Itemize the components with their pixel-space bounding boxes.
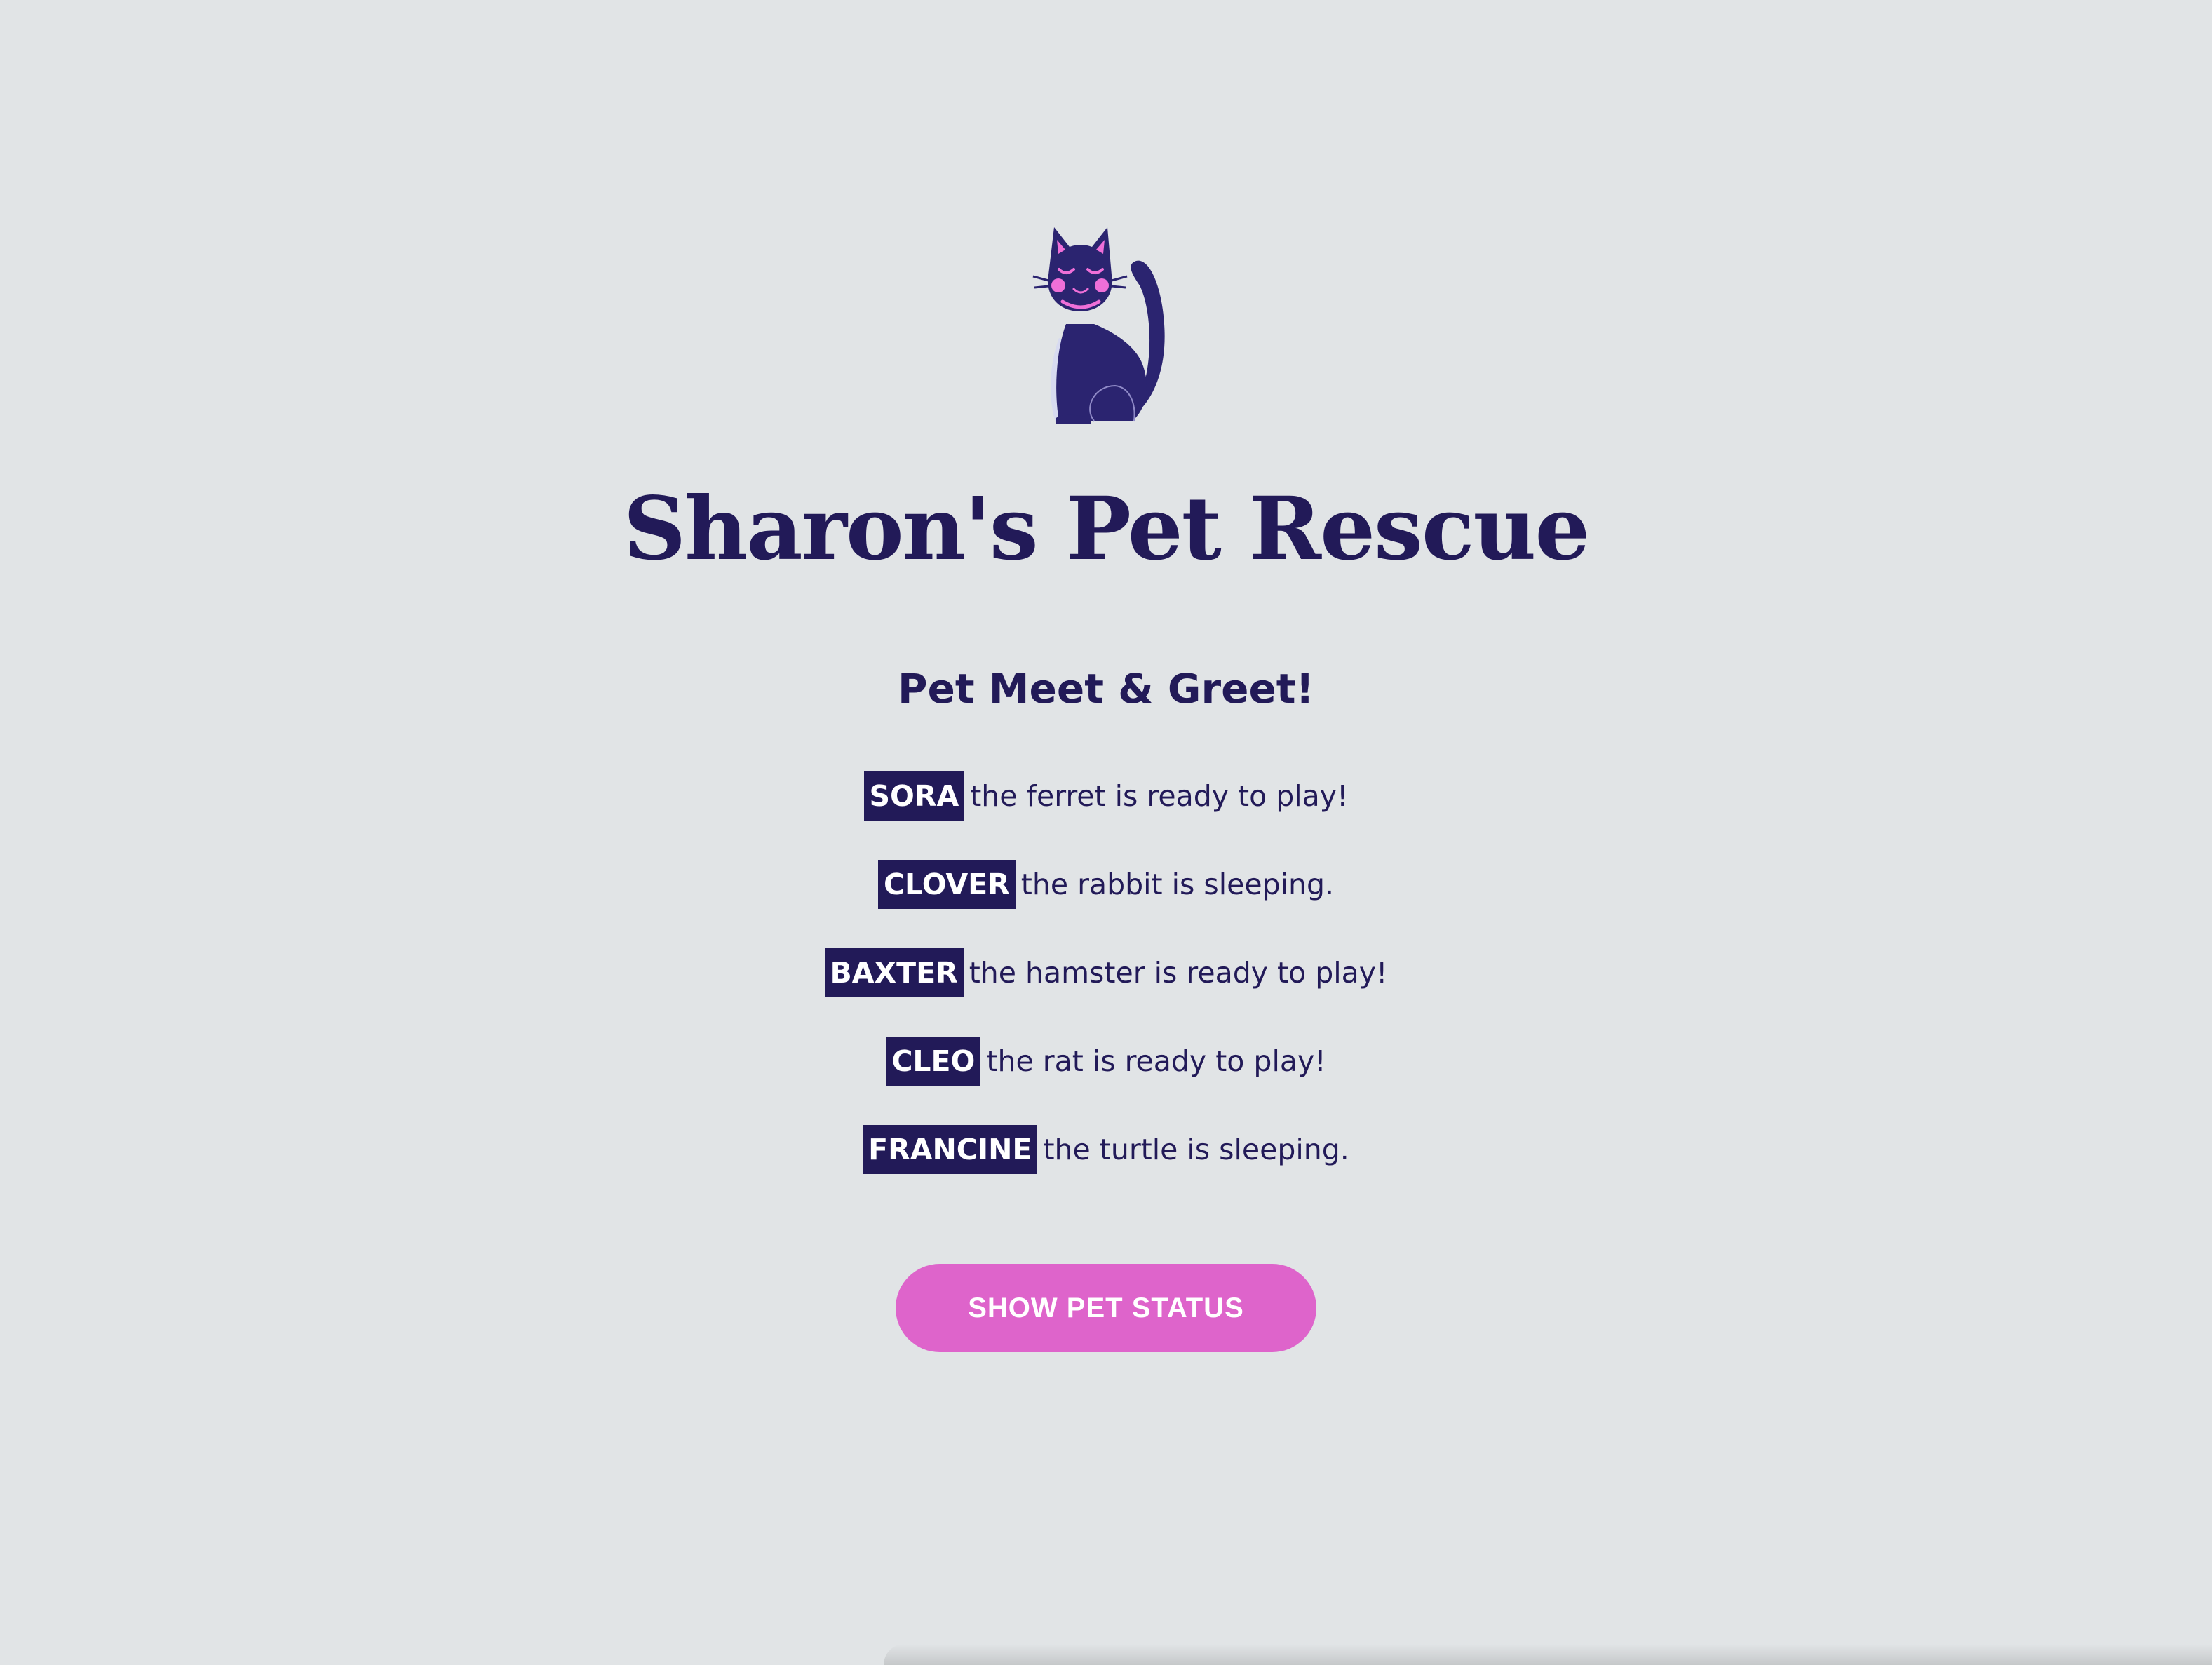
pet-row-baxter: BAXTER the hamster is ready to play! bbox=[0, 945, 2212, 997]
pet-description: the rabbit is sleeping. bbox=[1020, 868, 1335, 901]
pet-name-badge: BAXTER bbox=[824, 948, 964, 997]
pet-name-badge: SORA bbox=[863, 771, 965, 821]
pet-name-badge: CLOVER bbox=[877, 860, 1016, 909]
pet-name-badge: CLEO bbox=[886, 1037, 981, 1086]
section-title: Pet Meet & Greet! bbox=[898, 665, 1314, 713]
cat-logo bbox=[1027, 219, 1182, 426]
pet-row-clover: CLOVER the rabbit is sleeping. bbox=[0, 857, 2212, 909]
page-title: Sharon's Pet Rescue bbox=[623, 478, 1591, 580]
window-shadow bbox=[884, 1644, 2212, 1665]
pet-row-sora: SORA the ferret is ready to play! bbox=[0, 769, 2212, 821]
pet-description: the turtle is sleeping. bbox=[1043, 1133, 1349, 1166]
pet-description: the hamster is ready to play! bbox=[969, 956, 1388, 990]
show-pet-status-button[interactable]: SHOW PET STATUS bbox=[896, 1264, 1316, 1352]
pet-description: the ferret is ready to play! bbox=[970, 779, 1349, 813]
pet-row-francine: FRANCINE the turtle is sleeping. bbox=[0, 1122, 2212, 1174]
pet-name-badge: FRANCINE bbox=[863, 1125, 1038, 1174]
pet-row-cleo: CLEO the rat is ready to play! bbox=[0, 1034, 2212, 1086]
pet-list: SORA the ferret is ready to play! CLOVER t… bbox=[0, 769, 2212, 1211]
cat-icon bbox=[1032, 227, 1165, 424]
pet-description: the rat is ready to play! bbox=[986, 1044, 1326, 1078]
